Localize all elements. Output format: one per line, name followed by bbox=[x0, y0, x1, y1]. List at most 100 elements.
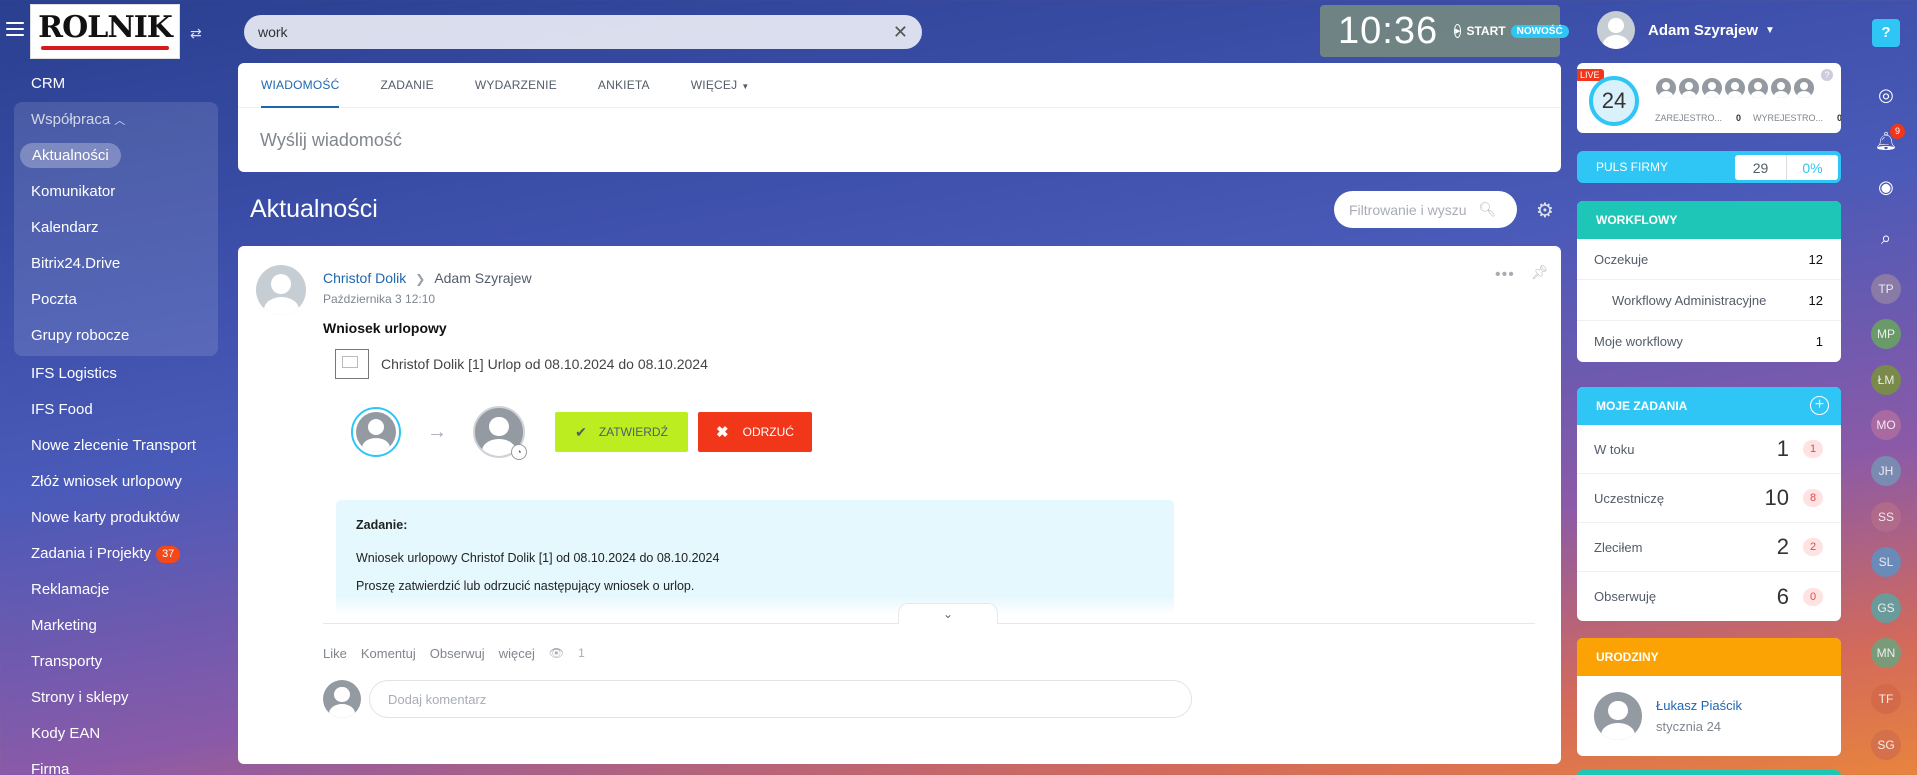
sidebar-item-aktualnosci[interactable]: Aktualności bbox=[14, 138, 218, 174]
row-label: Oczekuje bbox=[1594, 251, 1649, 267]
chevron-down-icon: ⌄ bbox=[942, 607, 954, 621]
tasks-row-watching[interactable]: Obserwuję 6 0 bbox=[1577, 572, 1841, 621]
tasks-row-participating[interactable]: Uczestniczę 10 8 bbox=[1577, 474, 1841, 523]
sidebar-item-crm[interactable]: CRM bbox=[0, 66, 228, 102]
row-label: W toku bbox=[1594, 441, 1635, 457]
row-value: 10 bbox=[1764, 485, 1789, 510]
tab-event[interactable]: WYDARZENIE bbox=[475, 63, 557, 107]
more-link[interactable]: więcej bbox=[499, 646, 535, 661]
sliders-icon[interactable]: ⇄ bbox=[190, 25, 202, 42]
sidebar-item-marketing[interactable]: Marketing bbox=[0, 608, 228, 644]
sidebar-item-transport-order[interactable]: Nowe zlecenie Transport bbox=[0, 428, 228, 464]
reject-button[interactable]: ✖ ODRZUĆ bbox=[698, 412, 812, 452]
sidebar-item-product-cards[interactable]: Nowe karty produktów bbox=[0, 500, 228, 536]
tab-poll[interactable]: ANKIETA bbox=[598, 63, 650, 107]
comment-link[interactable]: Komentuj bbox=[361, 646, 416, 661]
contact-avatar[interactable]: SS bbox=[1871, 502, 1901, 532]
sidebar-item-label: Złóż wniosek urlopowy bbox=[31, 473, 182, 490]
recipient-link[interactable]: Adam Szyrajew bbox=[434, 270, 531, 286]
live-attendance-widget[interactable]: LIVE 24 ZAREJESTRO... 0 WYREJESTRO... 0 ? bbox=[1577, 63, 1841, 133]
sidebar-item-drive[interactable]: Bitrix24.Drive bbox=[14, 246, 218, 282]
expand-post-button[interactable]: ⌄ bbox=[898, 603, 998, 624]
sidebar-item-ifs-logistics[interactable]: IFS Logistics bbox=[0, 356, 228, 392]
document-icon bbox=[335, 349, 369, 379]
contact-avatar[interactable]: SG bbox=[1871, 730, 1901, 760]
views-counter[interactable]: 👁︎ 1 bbox=[549, 646, 599, 661]
row-counter: 2 bbox=[1803, 538, 1823, 556]
birthday-person[interactable]: Łukasz Piaścik stycznia 24 bbox=[1594, 692, 1742, 740]
timeline-icon[interactable]: ◎ bbox=[1874, 83, 1898, 107]
sidebar-item-ean-codes[interactable]: Kody EAN bbox=[0, 716, 228, 752]
contact-avatar[interactable]: MO bbox=[1871, 410, 1901, 440]
sidebar-item-leave-request[interactable]: Złóż wniosek urlopowy bbox=[0, 464, 228, 500]
document-attachment[interactable]: Christof Dolik [1] Urlop od 08.10.2024 d… bbox=[335, 349, 708, 379]
contact-avatar[interactable]: MN bbox=[1871, 638, 1901, 668]
user-menu[interactable]: Adam Szyrajew ▼ bbox=[1597, 11, 1775, 49]
right-toolbar: ? ◎ 🔔︎ 9 ◉ ⌕ TP MP ŁM MO JH SS SL GS MN … bbox=[1855, 0, 1917, 775]
chat-icon[interactable]: ◉ bbox=[1874, 175, 1898, 199]
sidebar-item-kalendarz[interactable]: Kalendarz bbox=[14, 210, 218, 246]
tab-more[interactable]: WIĘCEJ ▼ bbox=[691, 63, 750, 107]
feed-filter[interactable]: Filtrowanie i wyszu 🔍︎ bbox=[1334, 191, 1517, 228]
search-icon[interactable]: 🔍︎ bbox=[1478, 201, 1496, 218]
sidebar-item-grupy[interactable]: Grupy robocze bbox=[14, 318, 218, 354]
search-icon[interactable]: ⌕ bbox=[1874, 226, 1898, 250]
gear-icon[interactable]: ⚙ bbox=[1536, 198, 1554, 223]
sidebar-item-label: Reklamacje bbox=[31, 581, 110, 598]
more-icon[interactable]: ••• bbox=[1495, 266, 1515, 284]
sidebar-item-komunikator[interactable]: Komunikator bbox=[14, 174, 218, 210]
approve-button[interactable]: ✔ ZATWIERDŹ bbox=[555, 412, 688, 452]
tab-task[interactable]: ZADANIE bbox=[380, 63, 433, 107]
help-icon[interactable]: ? bbox=[1872, 19, 1900, 47]
workflow-row-mine[interactable]: Moje workflowy 1 bbox=[1577, 321, 1841, 362]
author-link[interactable]: Christof Dolik bbox=[323, 270, 406, 286]
caret-down-icon: ▼ bbox=[1765, 24, 1775, 36]
work-time-widget[interactable]: 10:36 ▶ START NOWOŚĆ bbox=[1320, 5, 1569, 57]
contact-avatar[interactable]: SL bbox=[1871, 547, 1901, 577]
sidebar-item-ifs-food[interactable]: IFS Food bbox=[0, 392, 228, 428]
message-input[interactable]: Wyślij wiadomość bbox=[238, 108, 1561, 173]
sidebar-group-header[interactable]: Współpraca ︿ bbox=[14, 102, 218, 138]
contact-avatar[interactable]: TF bbox=[1871, 684, 1901, 714]
contact-avatar[interactable]: GS bbox=[1871, 593, 1901, 623]
post-date[interactable]: Października 3 12:10 bbox=[323, 292, 435, 306]
sidebar-item-tasks-projects[interactable]: Zadania i Projekty 37 bbox=[0, 536, 228, 572]
workflow-row-pending[interactable]: Oczekuje 12 bbox=[1577, 239, 1841, 280]
contact-avatar[interactable]: ŁM bbox=[1871, 365, 1901, 395]
avatar bbox=[323, 680, 361, 718]
pin-icon[interactable]: 📌︎ bbox=[1531, 264, 1549, 281]
company-logo[interactable]: ROLNIK bbox=[30, 4, 180, 59]
company-pulse-widget[interactable]: PULS FIRMY 29 0% bbox=[1577, 151, 1841, 183]
sidebar-item-company[interactable]: Firma bbox=[0, 752, 228, 775]
contact-avatar[interactable]: MP bbox=[1871, 319, 1901, 349]
person-name[interactable]: Łukasz Piaścik bbox=[1656, 698, 1742, 713]
like-link[interactable]: Like bbox=[323, 646, 347, 661]
post-author-line: Christof Dolik ❯ Adam Szyrajew bbox=[323, 270, 532, 286]
sidebar-item-complaints[interactable]: Reklamacje bbox=[0, 572, 228, 608]
comment-input[interactable] bbox=[369, 680, 1192, 718]
row-counter: 0 bbox=[1803, 587, 1823, 606]
sidebar-item-label: Bitrix24.Drive bbox=[31, 255, 121, 272]
close-icon[interactable]: ✕ bbox=[893, 22, 908, 43]
sidebar-item-label: Zadania i Projekty bbox=[31, 545, 152, 562]
tasks-row-in-progress[interactable]: W toku 1 1 bbox=[1577, 425, 1841, 474]
help-icon[interactable]: ? bbox=[1821, 69, 1833, 81]
avatar bbox=[1724, 77, 1746, 99]
tasks-row-assigned[interactable]: Zleciłem 2 2 bbox=[1577, 523, 1841, 572]
workflow-title: WORKFLOWY bbox=[1577, 201, 1841, 239]
sidebar-item-transports[interactable]: Transporty bbox=[0, 644, 228, 680]
avatar[interactable] bbox=[256, 265, 306, 315]
contact-avatar[interactable]: JH bbox=[1871, 456, 1901, 486]
start-label[interactable]: START bbox=[1466, 24, 1505, 38]
sidebar-item-poczta[interactable]: Poczta bbox=[14, 282, 218, 318]
sidebar-item-sites-shops[interactable]: Strony i sklepy bbox=[0, 680, 228, 716]
tab-message[interactable]: WIADOMOŚĆ bbox=[261, 63, 340, 108]
workflow-row-admin[interactable]: Workflowy Administracyjne 12 bbox=[1577, 280, 1841, 321]
menu-icon[interactable] bbox=[6, 22, 24, 36]
search-input[interactable] bbox=[258, 24, 893, 40]
approver-avatar[interactable]: ◔ bbox=[473, 406, 527, 460]
contact-avatar[interactable]: TP bbox=[1871, 274, 1901, 304]
add-task-icon[interactable]: + bbox=[1810, 396, 1829, 415]
follow-link[interactable]: Obserwuj bbox=[430, 646, 485, 661]
requester-avatar[interactable] bbox=[351, 407, 401, 457]
